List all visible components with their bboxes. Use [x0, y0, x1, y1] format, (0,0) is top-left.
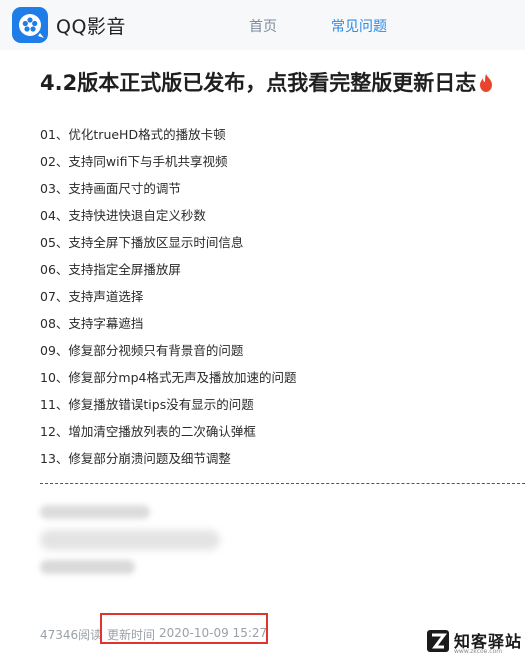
list-item: 02、支持同wifi下与手机共享视频: [40, 154, 228, 169]
update-time-label: 更新时间: [107, 628, 156, 642]
blurred-text: [40, 530, 220, 550]
list-item: 01、优化trueHD格式的播放卡顿: [40, 127, 226, 142]
list-item: 10、修复部分mp4格式无声及播放加速的问题: [40, 370, 297, 385]
list-item: 07、支持声道选择: [40, 289, 144, 304]
qq-player-logo-icon[interactable]: [12, 7, 48, 43]
watermark-url: www.zkcoe.com: [454, 648, 503, 655]
list-item: 13、修复部分崩溃问题及细节调整: [40, 451, 231, 466]
list-item: 11、修复播放错误tips没有显示的问题: [40, 397, 254, 412]
list-item: 05、支持全屏下播放区显示时间信息: [40, 235, 244, 250]
article-title-text: 4.2版本正式版已发布，点我看完整版更新日志: [40, 71, 477, 95]
list-item: 04、支持快进快退自定义秒数: [40, 208, 206, 223]
read-count: 47346阅读: [40, 628, 103, 642]
article-title-link[interactable]: 4.2版本正式版已发布，点我看完整版更新日志: [40, 67, 493, 97]
list-item: 06、支持指定全屏播放屏: [40, 262, 181, 277]
nav-home-link[interactable]: 首页: [249, 16, 277, 36]
app-name[interactable]: QQ影音: [56, 12, 126, 39]
list-item: 03、支持画面尺寸的调节: [40, 181, 181, 196]
blurred-text: [40, 505, 150, 519]
watermark-logo-icon: [427, 630, 449, 652]
fire-icon: [479, 73, 493, 97]
blurred-text: [40, 560, 135, 574]
top-header: QQ影音 首页 常见问题: [0, 0, 525, 50]
nav-faq-link[interactable]: 常见问题: [331, 16, 387, 36]
changelog-list: 01、优化trueHD格式的播放卡顿 02、支持同wifi下与手机共享视频 03…: [40, 126, 296, 477]
list-item: 12、增加清空播放列表的二次确认弹框: [40, 424, 256, 439]
update-time-value: 2020-10-09 15:27: [159, 626, 268, 640]
list-item: 08、支持字幕遮挡: [40, 316, 144, 331]
dashed-divider: [40, 483, 525, 484]
site-watermark: 知客驿站 www.zkcoe.com: [421, 626, 525, 657]
list-item: 09、修复部分视频只有背景音的问题: [40, 343, 244, 358]
